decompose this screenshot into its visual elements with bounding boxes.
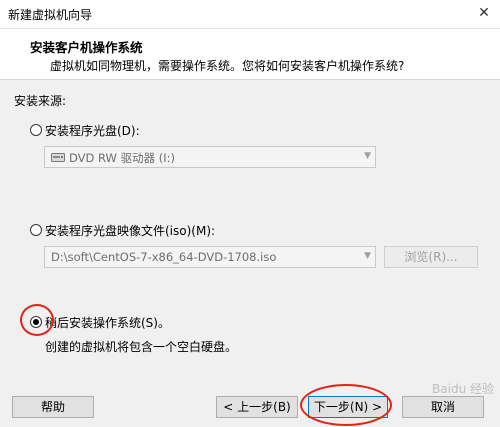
close-icon[interactable]: ✕ (472, 2, 496, 24)
chevron-down-icon: ▼ (364, 151, 371, 161)
radio-iso-label[interactable]: 安装程序光盘映像文件(iso)(M): (45, 222, 215, 239)
radio-disc[interactable] (30, 124, 42, 136)
watermark: Baidu 经验 (432, 382, 494, 396)
disc-drive-select[interactable]: DVD RW 驱动器 (I:) ▼ (44, 146, 376, 168)
page-title: 安装客户机操作系统 (30, 40, 143, 55)
back-button[interactable]: < 上一步(B) (216, 396, 298, 418)
iso-path-input[interactable]: D:\soft\CentOS-7-x86_64-DVD-1708.iso ▼ (44, 246, 376, 268)
cancel-button[interactable]: 取消 (402, 396, 484, 418)
radio-iso[interactable] (30, 224, 42, 236)
page-subtitle: 虚拟机如同物理机，需要操作系统。您将如何安装客户机操作系统? (50, 59, 405, 73)
annotation-circle (20, 304, 54, 336)
radio-install-later-label[interactable]: 稍后安装操作系统(S)。 (45, 314, 170, 331)
iso-path-value: D:\soft\CentOS-7-x86_64-DVD-1708.iso (51, 250, 277, 264)
window-title: 新建虚拟机向导 (8, 8, 93, 22)
annotation-circle (300, 384, 392, 426)
wizard-body: 安装来源: 安装程序光盘(D): DVD RW 驱动器 (I:) ▼ 安装程序光… (0, 80, 500, 427)
install-source-label: 安装来源: (14, 94, 67, 108)
dvd-drive-icon (51, 153, 65, 162)
wizard-header: 安装客户机操作系统 虚拟机如同物理机，需要操作系统。您将如何安装客户机操作系统? (0, 29, 500, 80)
title-bar: 新建虚拟机向导 ✕ (0, 0, 500, 29)
browse-button[interactable]: 浏览(R)... (384, 246, 478, 268)
disc-drive-value: DVD RW 驱动器 (I:) (69, 151, 175, 165)
help-button[interactable]: 帮助 (12, 396, 94, 418)
install-later-description: 创建的虚拟机将包含一个空白硬盘。 (45, 340, 238, 354)
chevron-down-icon: ▼ (364, 251, 371, 261)
radio-disc-label[interactable]: 安装程序光盘(D): (45, 122, 140, 139)
